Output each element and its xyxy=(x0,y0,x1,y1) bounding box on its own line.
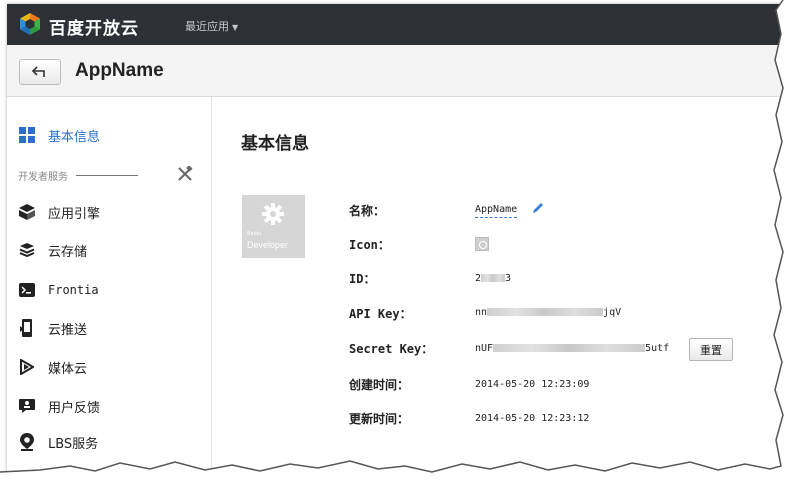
app-window: 百度开放云 最近应用 ▼ AppName 基本信息 开发者服务 应用引擎 云存储… xyxy=(7,4,783,480)
app-title: AppName xyxy=(75,60,164,81)
feedback-icon xyxy=(18,397,36,415)
back-button[interactable] xyxy=(19,59,61,85)
cloud-push-icon xyxy=(18,319,36,337)
app-logo: Baidu Developer xyxy=(242,195,305,258)
sidebar-item-label: LBS服务 xyxy=(48,436,99,452)
tools-icon[interactable] xyxy=(177,166,193,182)
api-key-value: nn jqV xyxy=(475,307,621,318)
sidebar-item-feedback[interactable]: 用户反馈 xyxy=(18,394,100,418)
secret-key-value: nUF 5utf xyxy=(475,343,669,354)
sidebar-item-frontia[interactable]: Frontia xyxy=(18,278,99,302)
reset-secret-button[interactable]: 重置 xyxy=(689,338,733,361)
api-key-suffix: jqV xyxy=(603,307,622,318)
secret-key-label: Secret Key： xyxy=(349,342,434,356)
sidebar-item-basic-info[interactable]: 基本信息 xyxy=(18,123,100,147)
page-title: 基本信息 xyxy=(241,134,309,154)
sidebar-item-label: 应用引擎 xyxy=(48,206,101,222)
api-key-label: API Key： xyxy=(349,307,412,321)
secret-key-prefix: nUF xyxy=(475,343,494,354)
logo-brand: Baidu xyxy=(247,231,262,237)
brand-logo-icon[interactable] xyxy=(19,12,41,36)
redacted-mask xyxy=(487,308,604,316)
media-cloud-icon xyxy=(18,358,36,376)
sidebar-item-label: ... xyxy=(48,471,61,481)
sidebar-item-label: 基本信息 xyxy=(48,129,101,145)
logo-text: Developer xyxy=(247,240,289,250)
gear-icon xyxy=(262,203,284,225)
sidebar-item-label: 云推送 xyxy=(48,322,88,338)
title-bar: AppName xyxy=(7,45,783,97)
sidebar-item-app-engine[interactable]: 应用引擎 xyxy=(18,200,100,224)
caret-down-icon: ▼ xyxy=(232,23,239,32)
sidebar-item-label: Frontia xyxy=(48,283,99,297)
id-value: 23 xyxy=(475,273,511,284)
recent-apps-dropdown[interactable]: 最近应用 ▼ xyxy=(185,18,238,34)
sidebar: 基本信息 开发者服务 应用引擎 云存储 Frontia 云推送 媒体云 用户反馈… xyxy=(7,97,212,480)
main-panel: 基本信息 Baidu Developer 名称： AppName Icon： I… xyxy=(213,97,783,480)
created-label: 创建时间： xyxy=(349,378,410,392)
brand-name[interactable]: 百度开放云 xyxy=(49,14,139,39)
created-value: 2014-05-20 12:23:09 xyxy=(475,379,590,390)
sidebar-item-label: 用户反馈 xyxy=(48,400,101,416)
name-value[interactable]: AppName xyxy=(475,204,518,218)
updated-value: 2014-05-20 12:23:12 xyxy=(475,413,590,424)
recent-apps-label: 最近应用 xyxy=(185,20,229,33)
frontia-icon xyxy=(18,281,36,299)
sidebar-item-lbs[interactable]: LBS服务 xyxy=(18,430,98,454)
sidebar-item-cloud-storage[interactable]: 云存储 xyxy=(18,238,87,262)
app-engine-icon xyxy=(18,203,36,221)
top-bar: 百度开放云 最近应用 ▼ xyxy=(7,4,783,45)
name-label: 名称： xyxy=(349,204,386,218)
id-suffix: 3 xyxy=(505,273,512,284)
sidebar-item-cloud-push[interactable]: 云推送 xyxy=(18,316,87,340)
return-arrow-icon xyxy=(31,66,45,77)
more-icon xyxy=(18,470,36,480)
updated-label: 更新时间： xyxy=(349,412,410,426)
section-label-text: 开发者服务 xyxy=(18,172,68,183)
app-icon-thumbnail[interactable] xyxy=(475,237,489,251)
sidebar-item-label: 媒体云 xyxy=(48,361,88,377)
id-label: ID： xyxy=(349,272,376,286)
grid-icon xyxy=(18,126,36,144)
sidebar-item-more[interactable]: ... xyxy=(18,467,60,480)
sidebar-item-label: 云存储 xyxy=(48,244,88,260)
location-pin-icon xyxy=(18,433,36,451)
icon-label: Icon： xyxy=(349,238,390,252)
section-divider xyxy=(76,175,138,176)
secret-key-suffix: 5utf xyxy=(645,343,670,354)
sidebar-item-media-cloud[interactable]: 媒体云 xyxy=(18,355,87,379)
cloud-storage-icon xyxy=(18,241,36,259)
redacted-mask xyxy=(493,344,646,352)
redacted-mask xyxy=(481,274,506,282)
section-label: 开发者服务 xyxy=(18,168,138,183)
api-key-prefix: nn xyxy=(475,307,488,318)
edit-pencil-icon[interactable] xyxy=(531,201,545,215)
